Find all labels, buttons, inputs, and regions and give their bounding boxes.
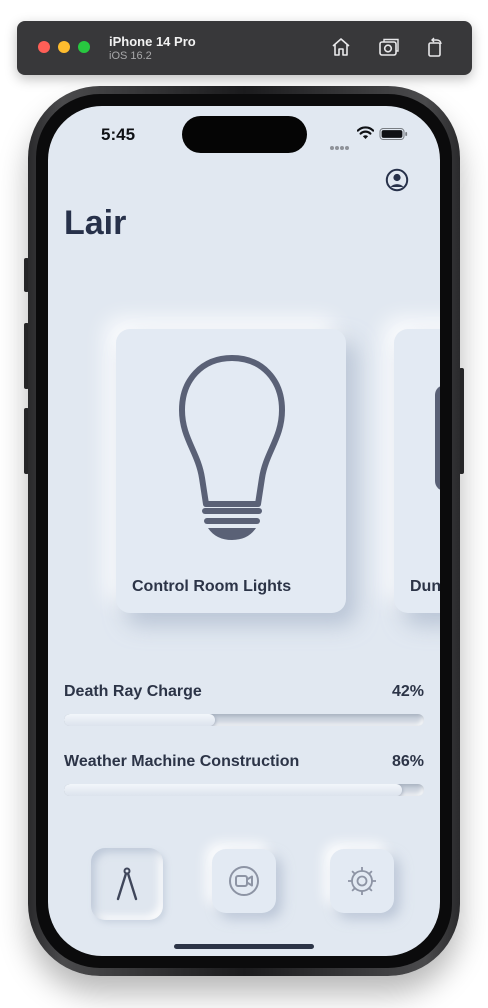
device-card-control-room-lights[interactable]: Control Room Lights	[116, 329, 346, 613]
card-label: Dun	[410, 578, 440, 595]
screenshot-icon[interactable]	[378, 36, 400, 58]
device-card-dun[interactable]: Dun	[394, 329, 440, 613]
tab-video[interactable]	[212, 849, 276, 913]
metric-label-death-ray: Death Ray Charge	[64, 683, 202, 700]
video-icon	[229, 866, 259, 896]
dynamic-island	[182, 116, 307, 153]
phone-screen: 5:45 Lair Control Room Lights Dun Death …	[48, 106, 440, 956]
progress-track-weather-machine	[64, 784, 424, 796]
tab-compass[interactable]	[91, 848, 163, 920]
unknown-device-icon	[435, 385, 440, 491]
status-time: 5:45	[101, 125, 136, 144]
person-circle-icon[interactable]	[385, 168, 409, 192]
minimize-window-button[interactable]	[58, 41, 70, 53]
progress-fill-weather-machine	[64, 784, 403, 796]
metric-value-death-ray: 42%	[391, 683, 424, 700]
metric-label-weather-machine: Weather Machine Construction	[64, 753, 300, 770]
progress-fill-death-ray	[64, 714, 216, 726]
card-label: Control Room Lights	[132, 578, 292, 595]
close-window-button[interactable]	[38, 41, 50, 53]
zoom-window-button[interactable]	[78, 41, 90, 53]
device-os-version: iOS 16.2	[109, 50, 152, 62]
tab-settings[interactable]	[330, 849, 394, 913]
battery-icon	[379, 128, 408, 140]
cellular-icon	[330, 137, 350, 155]
compass-icon	[116, 867, 138, 901]
page-title: Lair	[64, 204, 127, 242]
device-name: iPhone 14 Pro	[109, 34, 196, 49]
rotate-icon[interactable]	[424, 36, 446, 58]
metric-value-weather-machine: 86%	[391, 753, 424, 770]
gear-icon	[348, 867, 376, 895]
wifi-icon	[357, 126, 374, 139]
progress-track-death-ray	[64, 714, 424, 726]
home-indicator	[174, 944, 314, 949]
home-icon[interactable]	[330, 36, 352, 58]
lightbulb-icon	[179, 355, 285, 540]
